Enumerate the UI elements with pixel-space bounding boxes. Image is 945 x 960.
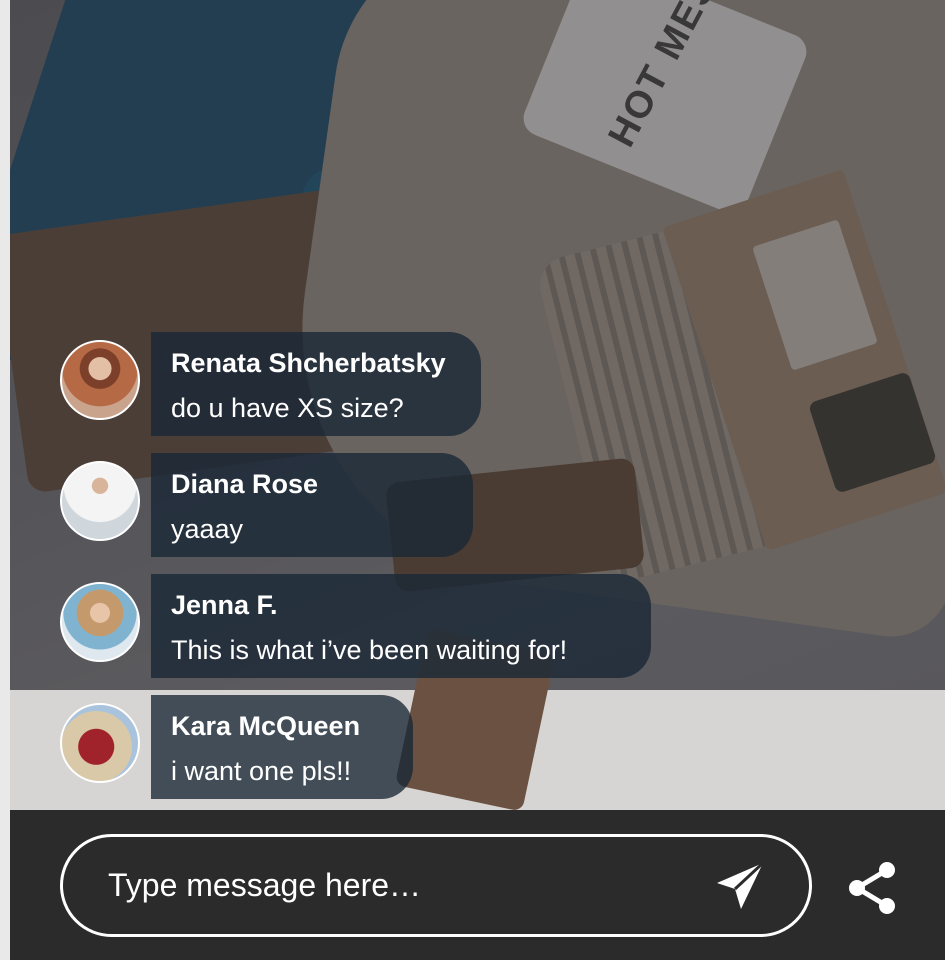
share-button[interactable] [845,860,901,916]
message-text: do u have XS size? [171,393,404,423]
message-bubble: Diana Rose yaaay [151,453,473,557]
message-bubble: Kara McQueen i want one pls!! [151,695,413,799]
message-text: yaaay [171,514,244,544]
chat-message-list: Renata Shcherbatsky do u have XS size? D… [60,332,760,816]
avatar[interactable] [60,703,140,783]
chat-message: Kara McQueen i want one pls!! [60,695,760,816]
message-input[interactable] [108,837,688,934]
sender-name: Diana Rose [171,469,319,499]
chat-message: Jenna F. This is what i’ve been waiting … [60,574,760,695]
message-bubble: Renata Shcherbatsky do u have XS size? [151,332,481,436]
message-input-container[interactable] [60,834,812,937]
chat-message: Diana Rose yaaay [60,453,760,574]
avatar[interactable] [60,461,140,541]
send-button[interactable] [713,859,767,913]
avatar[interactable] [60,582,140,662]
message-text: i want one pls!! [171,756,352,786]
sender-name: Renata Shcherbatsky [171,348,446,378]
sender-name: Jenna F. [171,590,278,620]
avatar[interactable] [60,340,140,420]
share-icon [849,862,895,914]
message-text: This is what i’ve been waiting for! [171,635,568,665]
message-bubble: Jenna F. This is what i’ve been waiting … [151,574,651,678]
send-paper-plane-icon [717,861,765,909]
sender-name: Kara McQueen [171,711,361,741]
left-edge-strip [0,0,10,960]
chat-message: Renata Shcherbatsky do u have XS size? [60,332,760,453]
composer-bar [10,810,945,960]
